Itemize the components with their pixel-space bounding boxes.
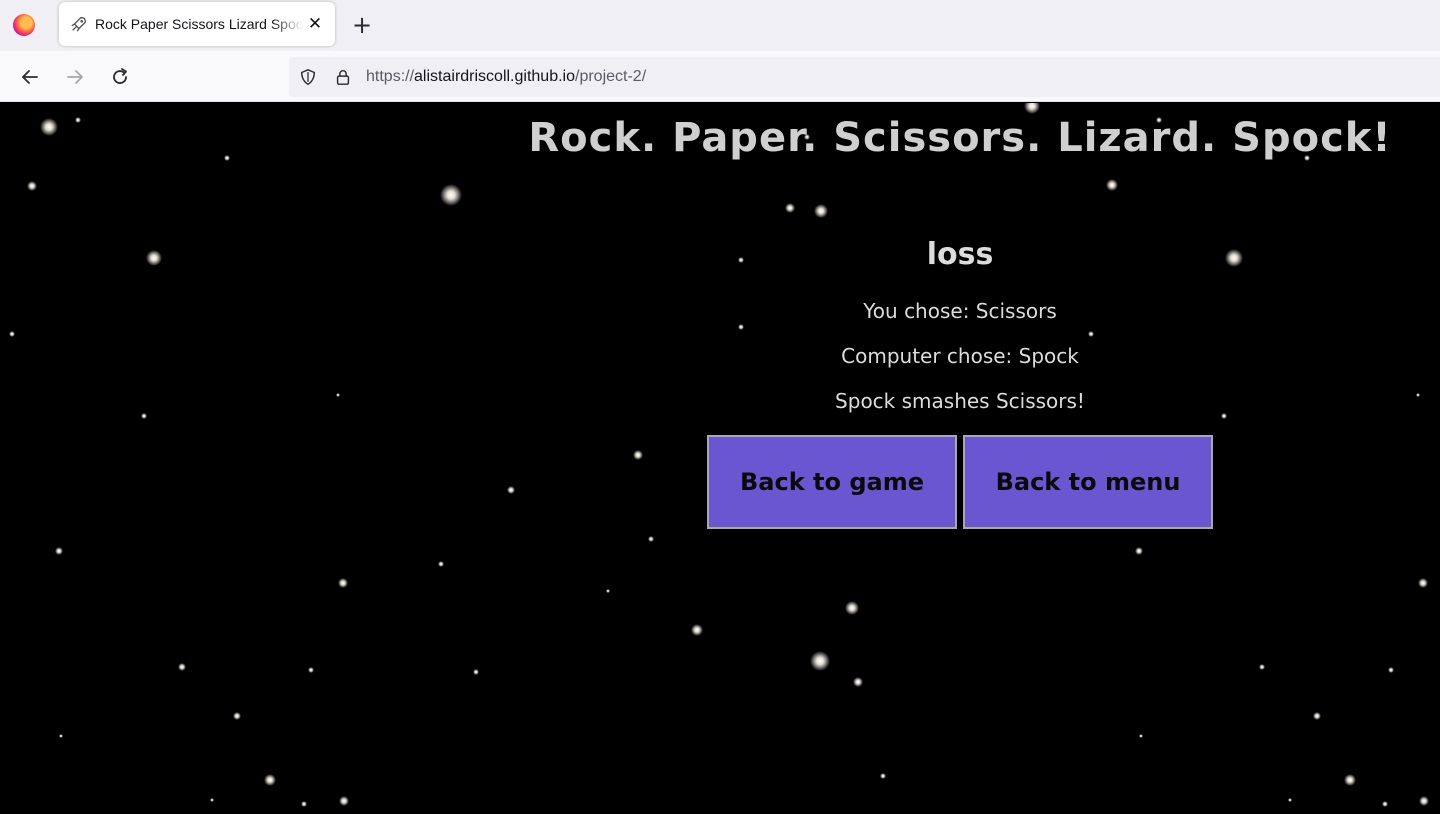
result-heading: loss — [926, 237, 994, 272]
player-choice-text: You chose: Scissors — [863, 299, 1057, 323]
star — [633, 450, 643, 460]
outcome-text: Spock smashes Scissors! — [835, 389, 1085, 413]
close-icon[interactable]: ✕ — [305, 14, 325, 34]
star — [1139, 734, 1143, 738]
star — [59, 734, 63, 738]
tab-title: Rock Paper Scissors Lizard Spock — [95, 16, 303, 32]
star — [880, 773, 886, 779]
arrow-right-icon[interactable] — [62, 64, 88, 90]
url-host: alistairdriscoll.github.io — [414, 68, 575, 85]
star — [40, 118, 58, 136]
star — [1225, 249, 1243, 267]
star — [178, 663, 186, 671]
star — [9, 331, 15, 337]
back-to-menu-button[interactable]: Back to menu — [963, 435, 1213, 529]
page-title: Rock. Paper. Scissors. Lizard. Spock! — [528, 115, 1392, 161]
star — [845, 601, 859, 615]
url-text[interactable]: https://alistairdriscoll.github.io/proje… — [366, 68, 646, 88]
star — [301, 801, 307, 807]
shield-icon[interactable] — [299, 68, 317, 86]
arrow-left-icon[interactable] — [17, 64, 43, 90]
browser-navigation-bar: https://alistairdriscoll.github.io/proje… — [0, 51, 1440, 102]
lock-icon[interactable] — [334, 68, 352, 86]
star — [1259, 664, 1265, 670]
url-scheme: https:// — [366, 68, 415, 85]
url-path: /project-2/ — [575, 68, 647, 85]
star — [55, 547, 63, 555]
star — [1416, 393, 1420, 397]
browser-tab-strip: Rock Paper Scissors Lizard Spock ✕ + — [0, 0, 1440, 51]
star — [339, 796, 349, 806]
star — [336, 393, 340, 397]
url-bar[interactable]: https://alistairdriscoll.github.io/proje… — [289, 57, 1440, 97]
star — [1313, 712, 1321, 720]
rocket-icon — [71, 17, 86, 32]
star — [210, 798, 214, 802]
star — [233, 712, 241, 720]
star — [606, 589, 610, 593]
star — [1135, 547, 1143, 555]
star — [1382, 801, 1388, 807]
star — [810, 651, 830, 671]
star — [27, 181, 37, 191]
star — [473, 669, 479, 675]
back-to-game-button[interactable]: Back to game — [707, 435, 957, 529]
star — [1288, 798, 1292, 802]
firefox-logo-icon[interactable] — [13, 14, 35, 36]
star — [146, 250, 162, 266]
star — [814, 204, 828, 218]
star — [224, 155, 230, 161]
star — [785, 203, 795, 213]
star — [853, 677, 863, 687]
star — [308, 667, 314, 673]
star — [438, 561, 444, 567]
star — [738, 257, 744, 263]
star — [648, 536, 654, 542]
plus-icon[interactable]: + — [349, 12, 375, 38]
star — [1106, 179, 1118, 191]
star — [691, 624, 703, 636]
star — [141, 413, 147, 419]
star — [264, 774, 276, 786]
computer-choice-text: Computer chose: Spock — [841, 344, 1079, 368]
star — [338, 578, 348, 588]
star — [440, 184, 462, 206]
star — [1024, 103, 1040, 114]
star — [1418, 578, 1428, 588]
star — [507, 486, 515, 494]
star — [1088, 331, 1094, 337]
star — [75, 117, 81, 123]
reload-icon[interactable] — [107, 64, 133, 90]
game-page: Rock. Paper. Scissors. Lizard. Spock! lo… — [0, 103, 1440, 814]
star — [1388, 667, 1394, 673]
star — [1419, 796, 1429, 806]
browser-tab[interactable]: Rock Paper Scissors Lizard Spock ✕ — [59, 2, 335, 46]
star — [1344, 774, 1356, 786]
